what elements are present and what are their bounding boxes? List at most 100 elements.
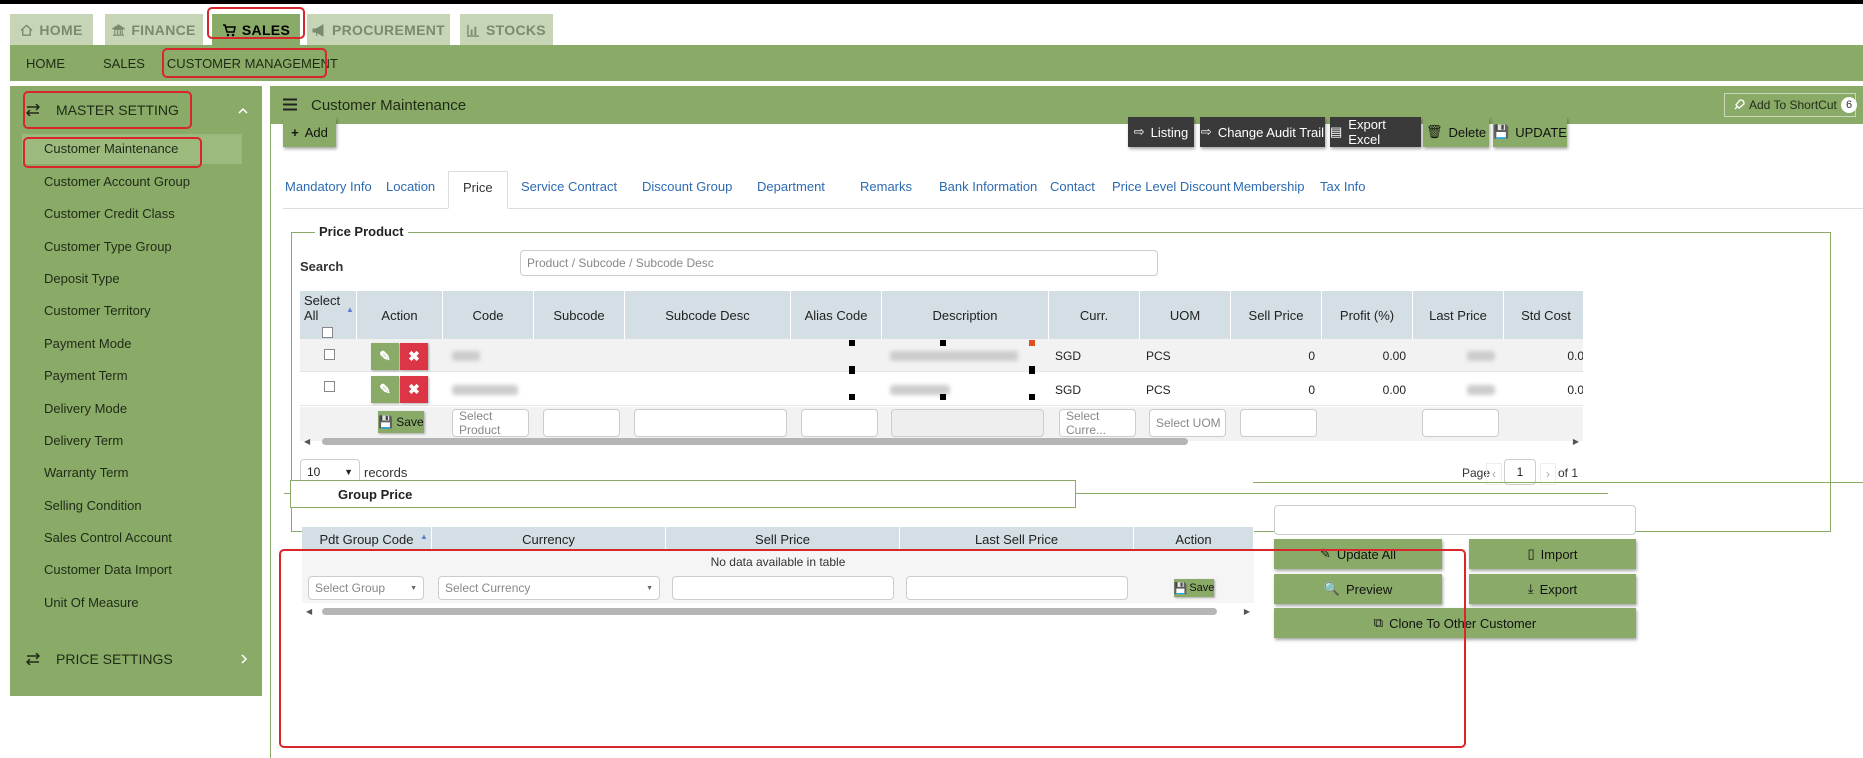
scroll-thumb[interactable] xyxy=(322,608,1217,615)
change-audit-trail-button[interactable]: ⇨ Change Audit Trail xyxy=(1200,117,1325,147)
tab-price-level-discount[interactable]: Price Level Discount xyxy=(1112,179,1231,194)
edit-button[interactable]: ✎ xyxy=(371,343,399,370)
sidebar-item-unit-of-measure[interactable]: Unit Of Measure xyxy=(44,595,139,610)
update-all-button[interactable]: ✎ Update All xyxy=(1274,539,1442,569)
tab-price[interactable]: Price xyxy=(448,171,508,209)
tab-membership[interactable]: Membership xyxy=(1233,179,1305,194)
import-label: Import xyxy=(1540,546,1578,562)
group-search-input[interactable] xyxy=(1274,505,1636,535)
selection-handle xyxy=(849,394,855,400)
subnav-home[interactable]: HOME xyxy=(26,56,65,71)
tab-remarks[interactable]: Remarks xyxy=(860,179,912,194)
sidebar-item-customer-type-group[interactable]: Customer Type Group xyxy=(44,239,172,254)
preview-button[interactable]: 🔍 Preview xyxy=(1274,574,1442,604)
select-all-checkbox[interactable] xyxy=(322,326,333,338)
col-currency[interactable]: Currency xyxy=(432,527,666,551)
sidebar-item-selling-condition[interactable]: Selling Condition xyxy=(44,498,142,513)
sidebar-item-customer-territory[interactable]: Customer Territory xyxy=(44,303,151,318)
import-button[interactable]: ▯ Import xyxy=(1469,539,1636,569)
row-checkbox[interactable] xyxy=(324,349,335,360)
delete-row-button[interactable]: ✖ xyxy=(400,343,428,370)
col-sell-price[interactable]: Sell Price xyxy=(666,527,900,551)
tab-discount-group[interactable]: Discount Group xyxy=(642,179,732,194)
col-sell-price[interactable]: Sell Price xyxy=(1231,291,1322,339)
edit-button[interactable]: ✎ xyxy=(371,376,399,403)
col-action[interactable]: Action xyxy=(1134,527,1254,551)
sidebar-item-customer-credit-class[interactable]: Customer Credit Class xyxy=(44,206,175,221)
alias-code-input[interactable] xyxy=(801,409,878,437)
clone-to-other-customer-button[interactable]: ⧉ Clone To Other Customer xyxy=(1274,608,1636,638)
sidebar-item-customer-account-group[interactable]: Customer Account Group xyxy=(44,174,190,189)
col-last-sell-price[interactable]: Last Sell Price xyxy=(900,527,1134,551)
sidebar-item-payment-term[interactable]: Payment Term xyxy=(44,368,128,383)
tab-tax-info[interactable]: Tax Info xyxy=(1320,179,1366,194)
subnav-customer-management[interactable]: CUSTOMER MANAGEMENT xyxy=(167,56,338,71)
module-tab-stocks[interactable]: STOCKS xyxy=(460,14,553,46)
col-alias-code[interactable]: Alias Code xyxy=(791,291,882,339)
col-profit[interactable]: Profit (%) xyxy=(1322,291,1413,339)
sidebar-item-warranty-term[interactable]: Warranty Term xyxy=(44,465,129,480)
sidebar-item-delivery-term[interactable]: Delivery Term xyxy=(44,433,123,448)
last-sell-price-input[interactable] xyxy=(906,576,1128,600)
sidebar-price-settings[interactable]: PRICE SETTINGS xyxy=(10,639,262,679)
col-std-cost[interactable]: Std Cost xyxy=(1504,291,1583,339)
sidebar-item-delivery-mode[interactable]: Delivery Mode xyxy=(44,401,127,416)
export-excel-button[interactable]: ▤ Export Excel xyxy=(1330,117,1421,147)
description-input[interactable] xyxy=(891,409,1044,437)
sidebar-item-customer-data-import[interactable]: Customer Data Import xyxy=(44,562,172,577)
update-button[interactable]: 💾 UPDATE xyxy=(1493,117,1567,147)
export-button[interactable]: ⤓ Export xyxy=(1469,574,1636,604)
select-uom-dropdown[interactable]: Select UOM xyxy=(1149,409,1226,437)
tab-bank-information[interactable]: Bank Information xyxy=(939,179,1037,194)
sort-asc-icon: ▲ xyxy=(420,532,428,541)
module-tab-home[interactable]: HOME xyxy=(10,14,93,46)
listing-button[interactable]: ⇨ Listing xyxy=(1128,117,1194,147)
col-action[interactable]: Action xyxy=(357,291,443,339)
tab-location[interactable]: Location xyxy=(386,179,435,194)
module-tab-procurement[interactable]: PROCUREMENT xyxy=(307,14,450,46)
tab-department[interactable]: Department xyxy=(757,179,825,194)
bank-icon xyxy=(112,23,126,37)
horizontal-scrollbar[interactable]: ◀ ▶ xyxy=(302,605,1254,617)
module-tab-finance[interactable]: FINANCE xyxy=(105,14,203,46)
delete-row-button[interactable]: ✖ xyxy=(400,376,428,403)
add-to-shortcut-button[interactable]: Add To ShortCut 6 xyxy=(1724,93,1857,117)
col-subcode[interactable]: Subcode xyxy=(534,291,625,339)
sidebar-item-payment-mode[interactable]: Payment Mode xyxy=(44,336,131,351)
scroll-right-icon: ▶ xyxy=(1243,607,1250,616)
select-product-dropdown[interactable]: Select Product xyxy=(452,409,529,437)
col-subcode-desc[interactable]: Subcode Desc xyxy=(625,291,791,339)
col-uom[interactable]: UOM xyxy=(1140,291,1231,339)
sidebar-master-setting[interactable]: MASTER SETTING xyxy=(10,90,262,130)
col-description[interactable]: Description xyxy=(882,291,1049,339)
select-currency-dropdown[interactable]: Select Curre... xyxy=(1059,409,1136,437)
save-row-button[interactable]: 💾 Save xyxy=(378,411,424,433)
sidebar-item-customer-maintenance[interactable]: Customer Maintenance xyxy=(44,141,178,156)
sell-price-input[interactable] xyxy=(1240,409,1317,437)
col-pdt-group-code[interactable]: Pdt Group Code xyxy=(302,527,432,551)
scroll-thumb[interactable] xyxy=(322,438,1188,445)
subcode-desc-input[interactable] xyxy=(634,409,787,437)
subnav-sales[interactable]: SALES xyxy=(103,56,145,71)
col-code[interactable]: Code xyxy=(443,291,534,339)
subcode-input[interactable] xyxy=(543,409,620,437)
tab-service-contract[interactable]: Service Contract xyxy=(521,179,617,194)
search-input[interactable]: Product / Subcode / Subcode Desc xyxy=(520,250,1158,276)
save-group-button[interactable]: 💾 Save xyxy=(1174,579,1214,597)
tab-mandatory-info[interactable]: Mandatory Info xyxy=(285,179,372,194)
add-button[interactable]: + Add xyxy=(283,117,336,147)
last-price-input[interactable] xyxy=(1422,409,1499,437)
tab-contact[interactable]: Contact xyxy=(1050,179,1095,194)
col-last-price[interactable]: Last Price xyxy=(1413,291,1504,339)
hamburger-icon[interactable] xyxy=(283,98,297,111)
horizontal-scrollbar[interactable]: ◀ ▶ xyxy=(300,435,1583,447)
sell-price-input[interactable] xyxy=(672,576,894,600)
select-currency-dropdown[interactable]: Select Currency ▼ xyxy=(438,576,660,600)
sidebar-item-sales-control-account[interactable]: Sales Control Account xyxy=(44,530,172,545)
delete-button[interactable]: 🗑 Delete xyxy=(1423,117,1489,147)
row-checkbox[interactable] xyxy=(324,381,335,392)
sidebar-item-deposit-type[interactable]: Deposit Type xyxy=(44,271,120,286)
module-tab-sales[interactable]: SALES xyxy=(212,14,300,46)
select-group-dropdown[interactable]: Select Group ▼ xyxy=(308,576,424,600)
col-curr[interactable]: Curr. xyxy=(1049,291,1140,339)
